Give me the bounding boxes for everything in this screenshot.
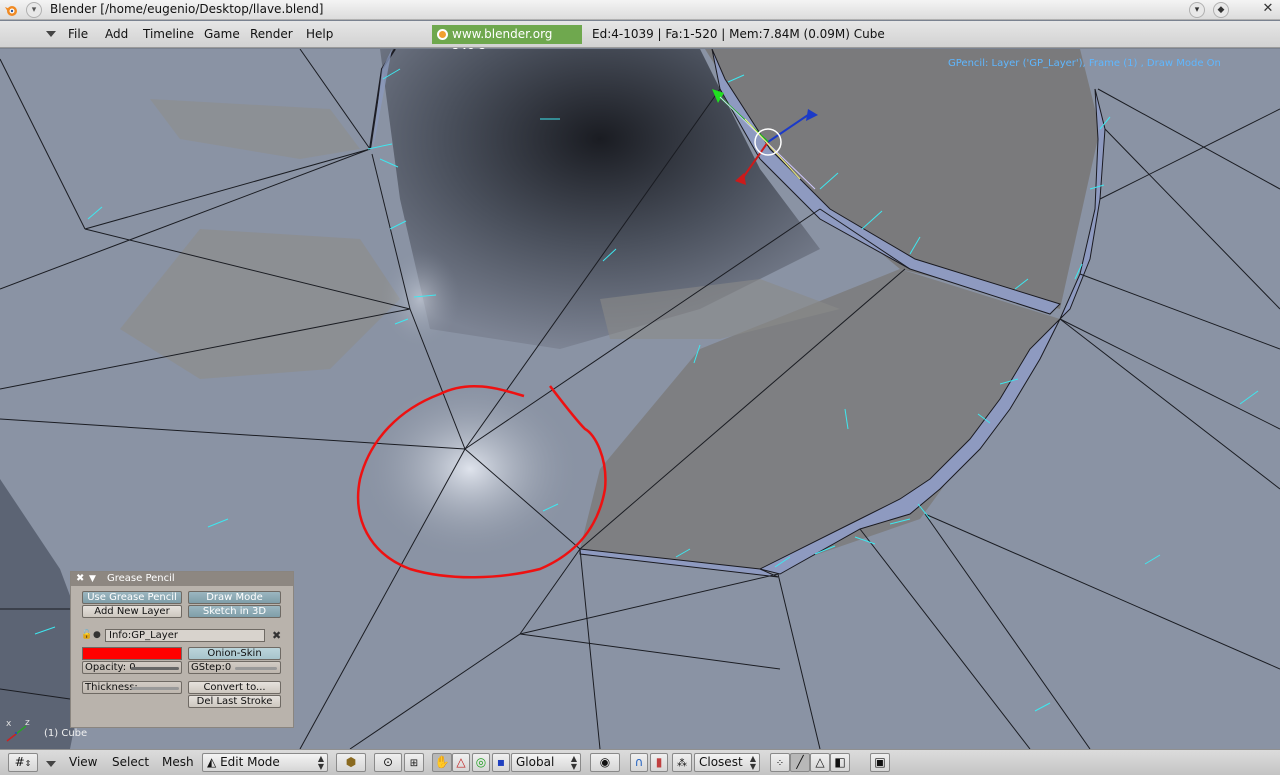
draw-type-select[interactable]: ⬢ [336, 753, 366, 772]
menu-help[interactable]: Help [306, 27, 333, 41]
gstep-label: GStep:0 [191, 662, 232, 673]
select-arrow-icon: ▲ ▼ [570, 754, 577, 771]
info-header: File Add Timeline Game Render Help www.b… [0, 21, 1280, 60]
maximize-button[interactable]: ◆ [1213, 2, 1229, 18]
opacity-track [131, 667, 179, 670]
onion-skin-toggle[interactable]: Onion-Skin [188, 647, 281, 660]
grease-pencil-panel-header[interactable]: ✖ ▼ Grease Pencil [71, 572, 293, 586]
menu-mesh[interactable]: Mesh [162, 755, 194, 769]
snap-mode-icon: ⁂ [677, 758, 687, 769]
grease-pencil-panel: ✖ ▼ Grease Pencil Use Grease Pencil Draw… [70, 571, 294, 728]
shading-icon: ⬢ [345, 755, 357, 769]
window-title: Blender [/home/eugenio/Desktop/llave.ble… [50, 2, 324, 16]
axis-orientation-icon: x z [6, 718, 30, 742]
menu-view[interactable]: View [69, 755, 97, 769]
add-new-layer-button[interactable]: Add New Layer [82, 605, 182, 618]
translate-manipulator-button[interactable]: △ [452, 753, 470, 772]
use-grease-pencil-toggle[interactable]: Use Grease Pencil [82, 591, 182, 604]
orientation-value: Global [516, 755, 555, 769]
occlude-icon: ◧ [834, 755, 846, 769]
panel-title: Grease Pencil [107, 573, 175, 584]
header-menu-collapse-icon[interactable] [46, 761, 56, 767]
snap-element-button[interactable]: ▮ [650, 753, 668, 772]
gstep-track [235, 667, 277, 670]
draw-mode-toggle[interactable]: Draw Mode [188, 591, 281, 604]
menu-file[interactable]: File [68, 27, 88, 41]
translate-icon: △ [456, 755, 466, 769]
opacity-slider[interactable]: Opacity: 0 [82, 661, 182, 674]
axis-x-label: x [6, 719, 12, 729]
stroke-color-swatch[interactable] [82, 647, 182, 660]
editor-type-select[interactable]: #⇕ [8, 753, 38, 772]
rotate-manipulator-button[interactable]: ◎ [472, 753, 490, 772]
hand-icon: ✋ [434, 755, 450, 769]
render-preview-button[interactable]: ▣ [870, 753, 890, 772]
select-arrow-icon: ▲ ▼ [749, 754, 756, 771]
window-titlebar: ▾ Blender [/home/eugenio/Desktop/llave.b… [0, 0, 1280, 20]
menu-select[interactable]: Select [112, 755, 149, 769]
sketch-in-3d-toggle[interactable]: Sketch in 3D [188, 605, 281, 618]
panel-close-icon[interactable]: ✖ [76, 572, 84, 586]
layer-hide-icon[interactable]: ● [93, 630, 101, 640]
opacity-label: Opacity: 0 [85, 662, 136, 673]
snap-target-select[interactable]: Closest ▲ ▼ [694, 753, 760, 772]
blender-org-link[interactable]: www.blender.org 249.2 [432, 25, 582, 60]
gstep-slider[interactable]: GStep:0 [188, 661, 281, 674]
grid-icon: # [14, 755, 25, 769]
occlude-geometry-button[interactable]: ◧ [830, 753, 850, 772]
pivot-select[interactable]: ⊙ [374, 753, 402, 772]
menu-game[interactable]: Game [204, 27, 240, 41]
pivot-icon: ⊙ [382, 755, 394, 769]
vertex-select-mode-button[interactable]: ⁘ [770, 753, 790, 772]
edge-select-mode-button[interactable]: ╱ [790, 753, 810, 772]
menu-add[interactable]: Add [105, 27, 128, 41]
header-collapse-icon[interactable] [46, 31, 56, 37]
gpencil-status-text: GPencil: Layer ('GP_Layer'), Frame (1) ,… [948, 58, 1221, 69]
layer-lock-icon[interactable]: 🔓 [81, 630, 92, 640]
hand-manipulator-button[interactable]: ✋ [432, 753, 452, 772]
mode-select-value: Edit Mode [220, 755, 280, 769]
window-menu-button[interactable]: ▾ [26, 2, 42, 18]
layer-name-field[interactable]: Info:GP_Layer [105, 629, 265, 642]
proportional-icon: ◉ [599, 755, 611, 769]
face-select-mode-button[interactable]: △ [810, 753, 830, 772]
thickness-track [131, 687, 179, 690]
menu-timeline[interactable]: Timeline [143, 27, 194, 41]
blender-logo-icon [5, 6, 17, 16]
magnet-icon: ∩ [634, 755, 644, 769]
rotate-icon: ◎ [475, 755, 487, 769]
active-object-label: (1) Cube [44, 728, 88, 739]
snap-toggle-button[interactable]: ∩ [630, 753, 648, 772]
face-select-icon: △ [815, 755, 825, 769]
panel-collapse-icon[interactable]: ▼ [89, 572, 96, 586]
mode-select[interactable]: ◭ Edit Mode ▲ ▼ [202, 753, 328, 772]
manipulator-icon: ⊞ [409, 758, 419, 769]
convert-to-button[interactable]: Convert to... [188, 681, 281, 694]
select-arrow-icon: ▲ ▼ [317, 754, 324, 771]
render-icon: ▣ [874, 755, 886, 769]
3d-view-header: #⇕ View Select Mesh ◭ Edit Mode ▲ ▼ ⬢ ⊙ ⊞… [0, 749, 1280, 775]
menu-render[interactable]: Render [250, 27, 293, 41]
vertex-select-icon: ⁘ [775, 758, 785, 769]
snap-mode-select[interactable]: ⁂ [672, 753, 692, 772]
axis-z-label: z [25, 718, 30, 728]
edit-mode-icon: ◭ [207, 755, 217, 769]
thickness-label: Thickness: [85, 682, 138, 693]
thickness-slider[interactable]: Thickness: [82, 681, 182, 694]
delete-layer-icon[interactable]: ✖ [272, 629, 281, 642]
scale-manipulator-button[interactable]: ▪ [492, 753, 510, 772]
snap-element-icon: ▮ [655, 755, 663, 769]
manipulator-toggle-button[interactable]: ⊞ [404, 753, 424, 772]
scene-stats: Ed:4-1039 | Fa:1-520 | Mem:7.84M (0.09M)… [592, 27, 885, 41]
scale-icon: ▪ [496, 755, 506, 769]
proportional-edit-select[interactable]: ◉ [590, 753, 620, 772]
edge-select-icon: ╱ [796, 755, 804, 769]
blender-small-icon [437, 29, 448, 40]
del-last-stroke-button[interactable]: Del Last Stroke [188, 695, 281, 708]
minimize-button[interactable]: ▾ [1189, 2, 1205, 18]
close-button[interactable]: ✕ [1260, 2, 1276, 18]
orientation-select[interactable]: Global ▲ ▼ [511, 753, 581, 772]
snap-target-value: Closest [699, 755, 743, 769]
3d-viewport[interactable]: GPencil: Layer ('GP_Layer'), Frame (1) ,… [0, 49, 1280, 749]
